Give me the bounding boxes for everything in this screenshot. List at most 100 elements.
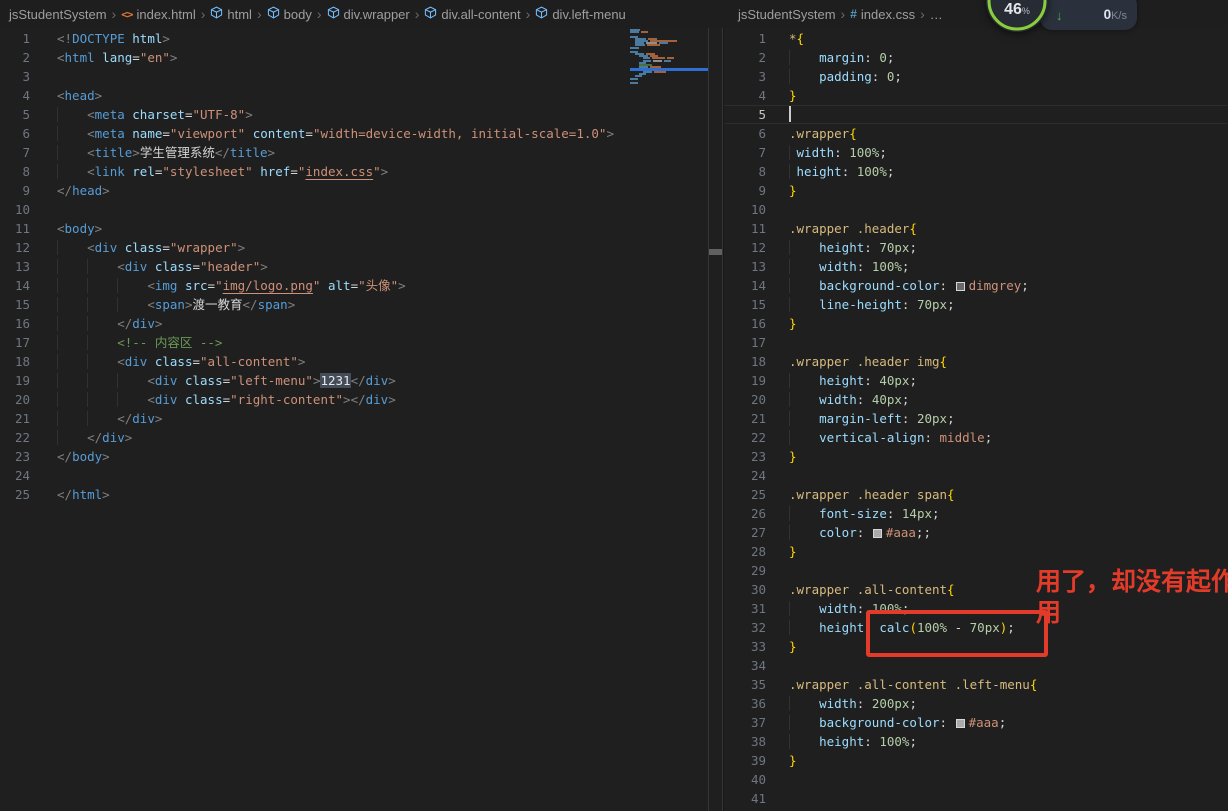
line-number[interactable]: 24: [0, 466, 30, 485]
line-number[interactable]: 10: [0, 200, 30, 219]
breadcrumb-item[interactable]: div.left-menu: [535, 6, 626, 22]
scrollbar-thumb[interactable]: [709, 249, 722, 255]
code-line[interactable]: 13 width: 100%;: [724, 257, 1228, 276]
line-number[interactable]: 12: [724, 238, 766, 257]
breadcrumb-item[interactable]: …: [930, 7, 943, 22]
line-number[interactable]: 4: [0, 86, 30, 105]
code-line[interactable]: 1 <!DOCTYPE html>: [0, 29, 722, 48]
line-number[interactable]: 26: [724, 504, 766, 523]
code-line[interactable]: 16}: [724, 314, 1228, 333]
line-number[interactable]: 16: [0, 314, 30, 333]
line-number[interactable]: 3: [724, 67, 766, 86]
code-line[interactable]: 11 .wrapper .header{: [724, 219, 1228, 238]
code-line[interactable]: 8 height: 100%;: [724, 162, 1228, 181]
code-line[interactable]: 22 vertical-align: middle;: [724, 428, 1228, 447]
line-number[interactable]: 1: [724, 29, 766, 48]
code-line[interactable]: 4 <head>: [0, 86, 722, 105]
code-line[interactable]: 2 margin: 0;: [724, 48, 1228, 67]
code-line[interactable]: 19 <div class="left-menu">1231</div>: [0, 371, 722, 390]
line-number[interactable]: 16: [724, 314, 766, 333]
line-number[interactable]: 15: [0, 295, 30, 314]
line-number[interactable]: 11: [724, 219, 766, 238]
breadcrumb-item[interactable]: <> index.html: [121, 7, 196, 22]
line-number[interactable]: 34: [724, 656, 766, 675]
code-line[interactable]: 11 <body>: [0, 219, 722, 238]
code-line[interactable]: 13 <div class="header">: [0, 257, 722, 276]
code-line[interactable]: 21 </div>: [0, 409, 722, 428]
code-line[interactable]: 5: [724, 105, 1228, 124]
code-line[interactable]: 40: [724, 770, 1228, 789]
line-number[interactable]: 32: [724, 618, 766, 637]
line-number[interactable]: 4: [724, 86, 766, 105]
code-line[interactable]: 35 .wrapper .all-content .left-menu{: [724, 675, 1228, 694]
code-line[interactable]: 10: [724, 200, 1228, 219]
line-number[interactable]: 31: [724, 599, 766, 618]
line-number[interactable]: 20: [724, 390, 766, 409]
line-number[interactable]: 12: [0, 238, 30, 257]
code-line[interactable]: 17: [724, 333, 1228, 352]
line-number[interactable]: 33: [724, 637, 766, 656]
line-number[interactable]: 40: [724, 770, 766, 789]
code-line[interactable]: 3: [0, 67, 722, 86]
line-number[interactable]: 7: [724, 143, 766, 162]
code-line[interactable]: 27 color: #aaa;;: [724, 523, 1228, 542]
line-number[interactable]: 23: [0, 447, 30, 466]
line-number[interactable]: 6: [0, 124, 30, 143]
code-line[interactable]: 41: [724, 789, 1228, 808]
line-number[interactable]: 22: [0, 428, 30, 447]
line-number[interactable]: 13: [724, 257, 766, 276]
line-number[interactable]: 19: [724, 371, 766, 390]
code-line[interactable]: 14 background-color: dimgrey;: [724, 276, 1228, 295]
code-line[interactable]: 25 </html>: [0, 485, 722, 504]
code-line[interactable]: 1 *{: [724, 29, 1228, 48]
line-number[interactable]: 10: [724, 200, 766, 219]
line-number[interactable]: 30: [724, 580, 766, 599]
line-number[interactable]: 39: [724, 751, 766, 770]
code-line[interactable]: 12 height: 70px;: [724, 238, 1228, 257]
code-line[interactable]: 15 line-height: 70px;: [724, 295, 1228, 314]
line-number[interactable]: 20: [0, 390, 30, 409]
line-number[interactable]: 28: [724, 542, 766, 561]
code-line[interactable]: 39}: [724, 751, 1228, 770]
line-number[interactable]: 14: [0, 276, 30, 295]
code-line[interactable]: 9}: [724, 181, 1228, 200]
code-line[interactable]: 3 padding: 0;: [724, 67, 1228, 86]
line-number[interactable]: 11: [0, 219, 30, 238]
line-number[interactable]: 15: [724, 295, 766, 314]
code-line[interactable]: 22 </div>: [0, 428, 722, 447]
code-line[interactable]: 18 <div class="all-content">: [0, 352, 722, 371]
line-number[interactable]: 2: [724, 48, 766, 67]
line-number[interactable]: 23: [724, 447, 766, 466]
code-line[interactable]: 10: [0, 200, 722, 219]
breadcrumb-item[interactable]: html: [210, 6, 252, 22]
line-number[interactable]: 9: [0, 181, 30, 200]
line-number[interactable]: 21: [724, 409, 766, 428]
code-line[interactable]: 8 <link rel="stylesheet" href="index.css…: [0, 162, 722, 181]
code-line[interactable]: 4}: [724, 86, 1228, 105]
cpu-gauge-widget[interactable]: 46%: [986, 0, 1048, 32]
code-line[interactable]: 6 .wrapper{: [724, 124, 1228, 143]
line-number[interactable]: 5: [724, 105, 766, 124]
line-number[interactable]: 8: [724, 162, 766, 181]
code-line[interactable]: 15 <span>渡一教育</span>: [0, 295, 722, 314]
breadcrumb-left[interactable]: jsStudentSystem › <> index.html › html › body › d…: [9, 0, 626, 28]
scrollbar-track[interactable]: [708, 28, 723, 811]
line-number[interactable]: 22: [724, 428, 766, 447]
code-line[interactable]: 2 <html lang="en">: [0, 48, 722, 67]
line-number[interactable]: 8: [0, 162, 30, 181]
code-line[interactable]: 23 </body>: [0, 447, 722, 466]
line-number[interactable]: 21: [0, 409, 30, 428]
minimap[interactable]: [630, 29, 708, 99]
line-number[interactable]: 29: [724, 561, 766, 580]
code-line[interactable]: 17 <!-- 内容区 -->: [0, 333, 722, 352]
code-line[interactable]: 28}: [724, 542, 1228, 561]
line-number[interactable]: 13: [0, 257, 30, 276]
code-line[interactable]: 21 margin-left: 20px;: [724, 409, 1228, 428]
code-line[interactable]: 25 .wrapper .header span{: [724, 485, 1228, 504]
code-line[interactable]: 5 <meta charset="UTF-8">: [0, 105, 722, 124]
code-line[interactable]: 37 background-color: #aaa;: [724, 713, 1228, 732]
line-number[interactable]: 18: [0, 352, 30, 371]
code-line[interactable]: 24: [724, 466, 1228, 485]
code-line[interactable]: 16 </div>: [0, 314, 722, 333]
line-number[interactable]: 41: [724, 789, 766, 808]
